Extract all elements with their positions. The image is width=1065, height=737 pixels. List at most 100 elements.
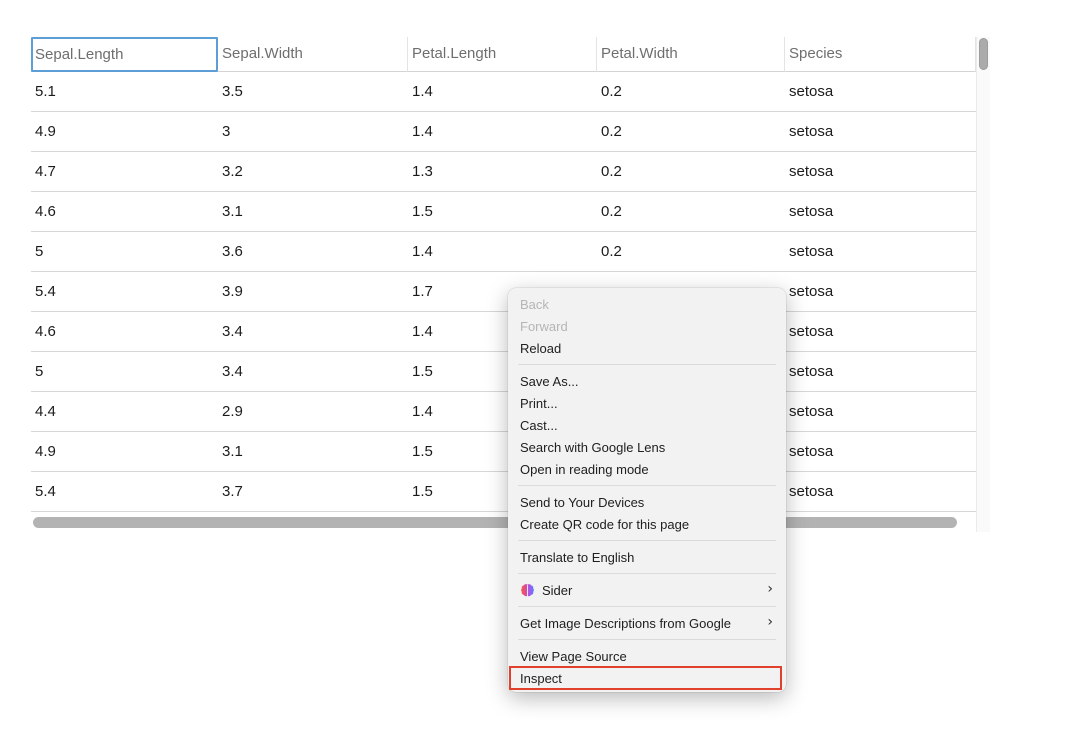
table-cell: setosa <box>785 392 976 431</box>
table-cell: setosa <box>785 232 976 271</box>
table-cell: 4.6 <box>31 192 218 231</box>
table-cell: 4.4 <box>31 392 218 431</box>
menu-item-label: Sider <box>542 583 572 598</box>
menu-item-label: Create QR code for this page <box>520 517 689 532</box>
table-cell: 1.5 <box>408 192 597 231</box>
menu-item-view-page-source[interactable]: View Page Source <box>508 645 786 667</box>
table-cell: 5 <box>31 232 218 271</box>
menu-item-back: Back <box>508 293 786 315</box>
menu-separator <box>518 540 776 541</box>
menu-item-label: Search with Google Lens <box>520 440 665 455</box>
column-header-petal-width[interactable]: Petal.Width <box>597 37 785 72</box>
submenu-chevron-icon: › <box>767 612 773 634</box>
menu-separator <box>518 606 776 607</box>
menu-item-sider[interactable]: Sider › <box>508 579 786 601</box>
table-cell: 3.4 <box>218 352 408 391</box>
table-row: 4.93.11.5setosa <box>31 432 976 472</box>
table-cell: 3.1 <box>218 192 408 231</box>
table-cell: 3.4 <box>218 312 408 351</box>
menu-item-label: Print... <box>520 396 558 411</box>
menu-separator <box>518 485 776 486</box>
table-cell: setosa <box>785 112 976 151</box>
table-cell: 2.9 <box>218 392 408 431</box>
horizontal-scrollbar[interactable] <box>31 512 976 532</box>
table-cell: 0.2 <box>597 232 785 271</box>
table-cell: 3.9 <box>218 272 408 311</box>
menu-item-label: Open in reading mode <box>520 462 649 477</box>
table-cell: 5.4 <box>31 272 218 311</box>
vertical-scrollbar-thumb[interactable] <box>979 38 988 70</box>
table-cell: 3.1 <box>218 432 408 471</box>
table-cell: setosa <box>785 432 976 471</box>
table-cell: 1.4 <box>408 232 597 271</box>
column-header-sepal-length[interactable]: Sepal.Length <box>31 37 218 72</box>
table-row: 4.42.91.4setosa <box>31 392 976 432</box>
menu-item-reload[interactable]: Reload <box>508 337 786 359</box>
table-row: 53.61.40.2setosa <box>31 232 976 272</box>
menu-item-search-with-google-lens[interactable]: Search with Google Lens <box>508 436 786 458</box>
menu-item-send-to-your-devices[interactable]: Send to Your Devices <box>508 491 786 513</box>
menu-item-label: Send to Your Devices <box>520 495 644 510</box>
table-cell: 4.9 <box>31 112 218 151</box>
table-row: 5.43.71.5setosa <box>31 472 976 512</box>
menu-item-label: Save As... <box>520 374 579 389</box>
menu-separator <box>518 573 776 574</box>
menu-separator <box>518 639 776 640</box>
table-row: 4.931.40.2setosa <box>31 112 976 152</box>
menu-item-open-in-reading-mode[interactable]: Open in reading mode <box>508 458 786 480</box>
table-cell: 4.7 <box>31 152 218 191</box>
table-cell: 3.6 <box>218 232 408 271</box>
table-cell: 5 <box>31 352 218 391</box>
table-cell: setosa <box>785 72 976 111</box>
menu-item-label: View Page Source <box>520 649 627 664</box>
column-header-species[interactable]: Species <box>785 37 976 72</box>
horizontal-scrollbar-thumb[interactable] <box>33 517 957 528</box>
submenu-chevron-icon: › <box>767 579 773 601</box>
table-row: 53.41.5setosa <box>31 352 976 392</box>
menu-separator <box>518 364 776 365</box>
table-row: 5.43.91.7setosa <box>31 272 976 312</box>
table-cell: 0.2 <box>597 192 785 231</box>
table-cell: 4.6 <box>31 312 218 351</box>
table-cell: 1.3 <box>408 152 597 191</box>
menu-item-forward: Forward <box>508 315 786 337</box>
table-cell: 3.7 <box>218 472 408 511</box>
column-header-sepal-width[interactable]: Sepal.Width <box>218 37 408 72</box>
table-row: 4.63.41.4setosa <box>31 312 976 352</box>
menu-item-translate-to-english[interactable]: Translate to English <box>508 546 786 568</box>
table-cell: 1.4 <box>408 112 597 151</box>
menu-item-label: Cast... <box>520 418 558 433</box>
menu-item-cast[interactable]: Cast... <box>508 414 786 436</box>
table-cell: 3.5 <box>218 72 408 111</box>
menu-item-save-as[interactable]: Save As... <box>508 370 786 392</box>
table-row: 4.63.11.50.2setosa <box>31 192 976 232</box>
menu-item-get-image-descriptions-from-google[interactable]: Get Image Descriptions from Google › <box>508 612 786 634</box>
table-cell: setosa <box>785 472 976 511</box>
table-cell: 0.2 <box>597 112 785 151</box>
menu-item-print[interactable]: Print... <box>508 392 786 414</box>
menu-item-label: Back <box>520 297 549 312</box>
table-cell: setosa <box>785 192 976 231</box>
menu-item-label: Forward <box>520 319 568 334</box>
column-header-petal-length[interactable]: Petal.Length <box>408 37 597 72</box>
menu-item-create-qr-code-for-this-page[interactable]: Create QR code for this page <box>508 513 786 535</box>
table-cell: 1.4 <box>408 72 597 111</box>
table-body: 5.13.51.40.2setosa4.931.40.2setosa4.73.2… <box>31 72 976 512</box>
menu-item-inspect[interactable]: Inspect <box>508 667 786 689</box>
table-cell: setosa <box>785 312 976 351</box>
table-cell: 0.2 <box>597 72 785 111</box>
sider-brain-icon <box>520 583 535 598</box>
table-header-row: Sepal.LengthSepal.WidthPetal.LengthPetal… <box>31 37 976 72</box>
table-cell: 5.1 <box>31 72 218 111</box>
menu-item-label: Get Image Descriptions from Google <box>520 616 731 631</box>
table-cell: 4.9 <box>31 432 218 471</box>
table-cell: 3 <box>218 112 408 151</box>
menu-item-label: Translate to English <box>520 550 634 565</box>
table-cell: 0.2 <box>597 152 785 191</box>
menu-item-label: Reload <box>520 341 561 356</box>
table-row: 4.73.21.30.2setosa <box>31 152 976 192</box>
table-cell: 5.4 <box>31 472 218 511</box>
vertical-scrollbar[interactable] <box>976 37 990 532</box>
table-row: 5.13.51.40.2setosa <box>31 72 976 112</box>
table-cell: 3.2 <box>218 152 408 191</box>
